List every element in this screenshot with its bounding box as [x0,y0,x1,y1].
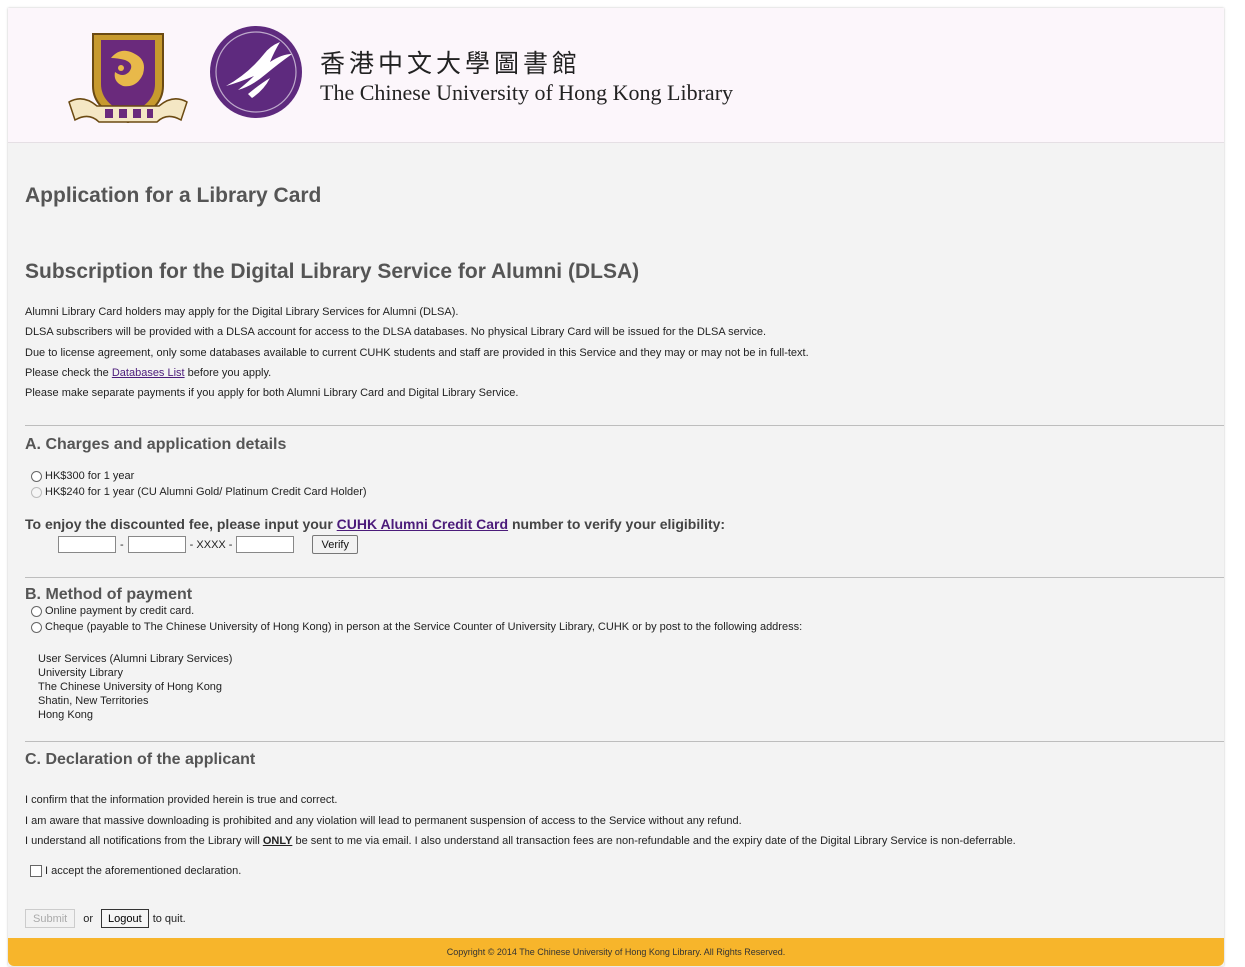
library-swallow-logo-icon [210,26,302,118]
page-title: Application for a Library Card [25,184,322,207]
intro-line: Due to license agreement, only some data… [25,346,809,359]
radio-button[interactable] [31,605,42,617]
accept-checkbox[interactable] [30,865,42,877]
section-divider [25,577,1224,578]
intro-line: DLSA subscribers will be provided with a… [25,326,767,339]
page-frame: 香港中文大學圖書館 The Chinese University of Hong… [8,8,1224,966]
alumni-credit-card-link[interactable]: CUHK Alumni Credit Card [337,516,508,532]
section-a-title: A. Charges and application details [25,436,287,453]
submit-button: Submit [25,909,76,928]
payment-option-cheque[interactable]: Cheque (payable to The Chinese Universit… [31,621,802,633]
section-b-title: B. Method of payment [25,586,193,603]
accept-declaration[interactable]: I accept the aforementioned declaration. [30,865,241,877]
declaration-text: I confirm that the information provided … [25,794,1016,847]
site-header: 香港中文大學圖書館 The Chinese University of Hong… [8,8,1224,143]
intro-line: Alumni Library Card holders may apply fo… [25,306,459,318]
card-number-part1-input[interactable] [58,536,116,553]
cuhk-crest-icon [68,33,188,124]
form-actions: Submit or Logout to quit. [25,909,186,928]
intro-line: Please make separate payments if you app… [25,387,519,400]
section-divider [25,425,1224,426]
credit-card-input-row: - - XXXX - Verify [58,535,358,554]
logout-button[interactable]: Logout [101,909,149,928]
site-footer: Copyright © 2014 The Chinese University … [8,938,1224,966]
library-chinese-name: 香港中文大學圖書館 [320,49,582,78]
payment-option-online[interactable]: Online payment by credit card. [31,605,194,617]
intro-text: Alumni Library Card holders may apply fo… [25,302,809,403]
section-divider [25,741,1224,742]
fee-option-240: HK$240 for 1 year (CU Alumni Gold/ Plati… [31,486,367,498]
card-number-part4-input[interactable] [236,536,295,553]
verify-button[interactable]: Verify [312,535,358,554]
radio-button[interactable] [31,621,42,633]
mailing-address: User Services (Alumni Library Services) … [38,653,233,721]
discount-instruction: To enjoy the discounted fee, please inpu… [25,516,726,532]
copyright-text: Copyright © 2014 The Chinese University … [446,947,786,957]
card-number-part2-input[interactable] [127,536,186,553]
page-subtitle: Subscription for the Digital Library Ser… [25,260,640,283]
radio-button-disabled [31,486,42,498]
fee-option-300[interactable]: HK$300 for 1 year [31,470,134,482]
databases-list-link[interactable]: Databases List [112,367,185,379]
library-english-name: The Chinese University of Hong Kong Libr… [320,80,734,105]
intro-line: Please check the Databases List before y… [25,366,272,379]
radio-button[interactable] [31,470,42,482]
section-c-title: C. Declaration of the applicant [25,751,256,768]
